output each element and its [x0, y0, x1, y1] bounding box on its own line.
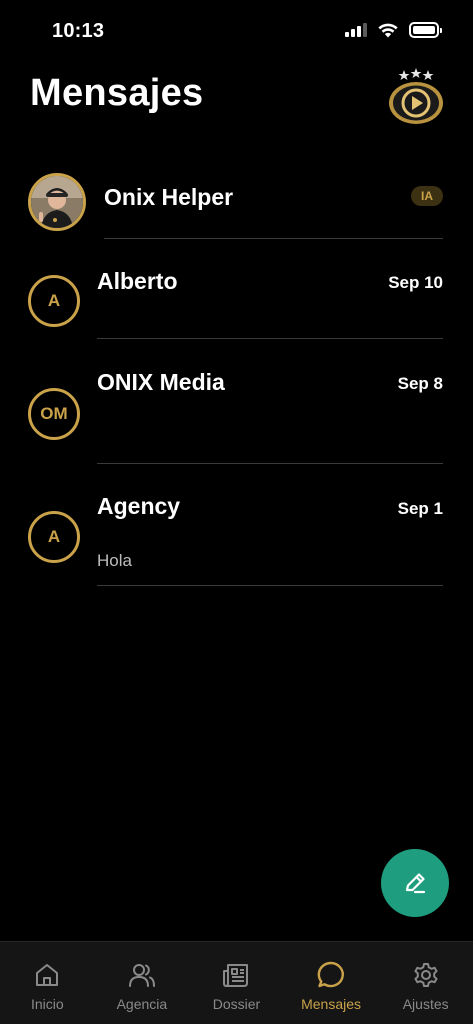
users-icon — [128, 964, 155, 987]
conversation-name: Alberto — [97, 268, 178, 294]
home-icon — [36, 964, 59, 986]
newspaper-icon — [223, 964, 249, 987]
conversation-date: Sep 8 — [397, 374, 443, 393]
conversation-name: Agency — [97, 493, 181, 519]
tab-dossier[interactable]: Dossier — [189, 942, 284, 1024]
wifi-icon — [378, 23, 398, 38]
pencil-icon — [405, 873, 426, 894]
tab-label: Ajustes — [402, 996, 449, 1012]
status-bar: 10:13 — [0, 0, 473, 60]
tab-inicio[interactable]: Inicio — [0, 942, 95, 1024]
header: Mensajes — [30, 66, 445, 130]
avatar: A — [28, 511, 80, 563]
tab-bar: Inicio Agencia Dossier Mensajes Ajustes — [0, 941, 473, 1024]
conversation-item-agency[interactable]: A Agency Sep 1 Hola — [0, 473, 473, 588]
conversation-date: Sep 1 — [397, 499, 443, 518]
tab-mensajes[interactable]: Mensajes — [284, 942, 379, 1024]
tab-label: Agencia — [116, 996, 168, 1012]
conversation-name: Onix Helper — [104, 184, 234, 210]
user-photo-icon — [31, 176, 83, 228]
avatar: A — [28, 275, 80, 327]
cellular-signal-icon — [345, 23, 367, 37]
battery-icon — [409, 22, 442, 38]
conversation-item-alberto[interactable]: A Alberto Sep 10 — [0, 250, 473, 340]
conversation-name: ONIX Media — [97, 369, 225, 395]
conversation-item-onix-media[interactable]: OM ONIX Media Sep 8 — [0, 350, 473, 470]
tab-agencia[interactable]: Agencia — [95, 942, 190, 1024]
chat-bubble-icon — [317, 961, 345, 988]
divider — [104, 238, 443, 239]
tab-label: Mensajes — [301, 996, 362, 1012]
status-time: 10:13 — [52, 20, 105, 42]
gear-icon — [414, 963, 438, 987]
ai-badge: IA — [411, 186, 443, 206]
avatar — [28, 173, 86, 231]
status-icons — [345, 22, 442, 38]
conversation-preview: Hola — [97, 551, 132, 570]
tab-ajustes[interactable]: Ajustes — [378, 942, 473, 1024]
divider — [97, 338, 443, 339]
tab-label: Inicio — [30, 996, 64, 1012]
page-title: Mensajes — [30, 72, 204, 114]
tab-label: Dossier — [212, 996, 261, 1012]
conversation-item-onix-helper[interactable]: Onix Helper IA — [0, 160, 473, 240]
divider — [97, 585, 443, 586]
conversation-date: Sep 10 — [388, 273, 443, 292]
avatar: OM — [28, 388, 80, 440]
divider — [97, 463, 443, 464]
brand-logo-icon[interactable] — [387, 66, 445, 126]
compose-message-button[interactable] — [381, 849, 449, 917]
